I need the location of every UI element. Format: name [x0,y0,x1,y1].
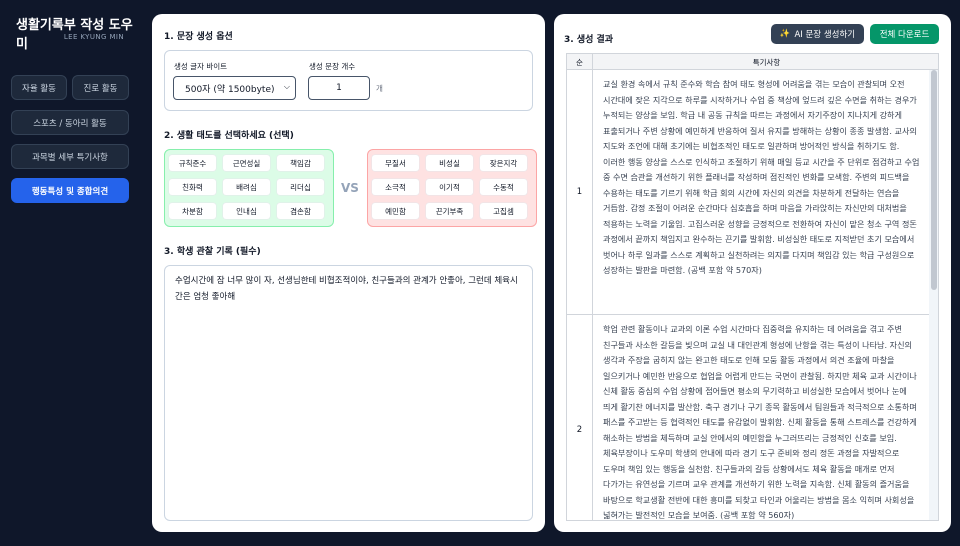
app-author: LEE KYUNG MIN [63,33,124,41]
trait-chip-positive[interactable]: 리더십 [277,179,324,195]
trait-chip-positive[interactable]: 겸손함 [277,203,324,219]
trait-chip-negative[interactable]: 끈기부족 [426,203,473,219]
nav-behavior-button[interactable]: 행동특성 및 종합의견 [11,178,129,203]
ai-generate-label: AI 문장 생성하기 [794,30,856,40]
sidebar: 생활기록부 작성 도우미 LEE KYUNG MIN 자율 활동 진로 활동 스… [0,0,142,546]
count-label: 생성 문장 개수 [309,62,356,71]
length-select-value: 500자 (약 1500byte) [185,84,275,95]
trait-chip-negative[interactable]: 비성실 [426,155,473,171]
trait-chip-negative[interactable]: 이기적 [426,179,473,195]
sparkle-icon: ✨ [779,29,791,39]
chevron-down-icon: ⌵ [283,82,290,91]
result-title: 3. 생성 결과 [564,35,614,45]
ai-generate-button[interactable]: ✨ AI 문장 생성하기 [771,24,864,44]
column-header-no: 순 [567,54,593,70]
length-label: 생성 글자 바이트 [174,62,228,71]
table-scrollbar[interactable] [929,70,938,520]
count-input[interactable]: 1 [308,76,370,100]
vs-label: VS [341,181,359,195]
table-header: 순 특기사항 [567,54,938,70]
trait-chip-positive[interactable]: 근면성실 [223,155,270,171]
scrollbar-thumb[interactable] [931,70,937,290]
trait-chip-negative[interactable]: 예민함 [372,203,419,219]
count-unit: 개 [376,84,383,93]
nav-subject-button[interactable]: 과목별 세부 특기사항 [11,144,129,169]
row-number: 2 [567,315,593,520]
column-header-remarks: 특기사항 [752,57,781,67]
row-remarks-text: 교실 환경 속에서 규칙 준수와 학습 참여 태도 형성에 어려움을 겪는 모습… [603,79,920,275]
trait-chip-positive[interactable]: 배려심 [223,179,270,195]
attitude-title: 2. 생활 태도를 선택하세요 (선택) [164,131,294,141]
trait-chip-positive[interactable]: 친화력 [169,179,216,195]
trait-chip-negative[interactable]: 수동적 [480,179,527,195]
input-panel: 1. 문장 생성 옵션 생성 글자 바이트 생성 문장 개수 500자 (약 1… [152,14,545,532]
trait-chip-negative[interactable]: 소극적 [372,179,419,195]
trait-chip-negative[interactable]: 고집셈 [480,203,527,219]
trait-chip-positive[interactable]: 인내심 [223,203,270,219]
trait-chip-positive[interactable]: 차분함 [169,203,216,219]
nav-career-button[interactable]: 진로 활동 [72,75,129,100]
observation-title: 3. 학생 관찰 기록 (필수) [164,247,261,257]
trait-chip-positive[interactable]: 규칙준수 [169,155,216,171]
nav-sports-club-button[interactable]: 스포츠 / 동아리 활동 [11,110,129,135]
row-remarks-text: 학업 관련 활동이나 교과의 이론 수업 시간마다 집중력을 유지하는 데 어려… [603,324,917,520]
table-row: 2 학업 관련 활동이나 교과의 이론 수업 시간마다 집중력을 유지하는 데 … [567,315,938,520]
download-all-button[interactable]: 전체 다운로드 [870,24,939,44]
row-number: 1 [567,70,593,314]
trait-chip-negative[interactable]: 잦은지각 [480,155,527,171]
options-title: 1. 문장 생성 옵션 [164,32,233,42]
nav-autonomy-button[interactable]: 자율 활동 [11,75,67,100]
table-row: 1 교실 환경 속에서 규칙 준수와 학습 참여 태도 형성에 어려움을 겪는 … [567,70,938,315]
result-panel: 3. 생성 결과 ✨ AI 문장 생성하기 전체 다운로드 순 특기사항 1 교… [554,14,951,532]
result-table: 순 특기사항 1 교실 환경 속에서 규칙 준수와 학습 참여 태도 형성에 어… [566,53,939,521]
trait-chip-positive[interactable]: 책임감 [277,155,324,171]
observation-textarea[interactable]: 수업시간에 잠 너무 많이 자, 선생님한테 비협조적이야, 친구들과의 관계가… [164,265,533,521]
length-select[interactable]: 500자 (약 1500byte) ⌵ [173,76,296,100]
trait-chip-negative[interactable]: 무질서 [372,155,419,171]
